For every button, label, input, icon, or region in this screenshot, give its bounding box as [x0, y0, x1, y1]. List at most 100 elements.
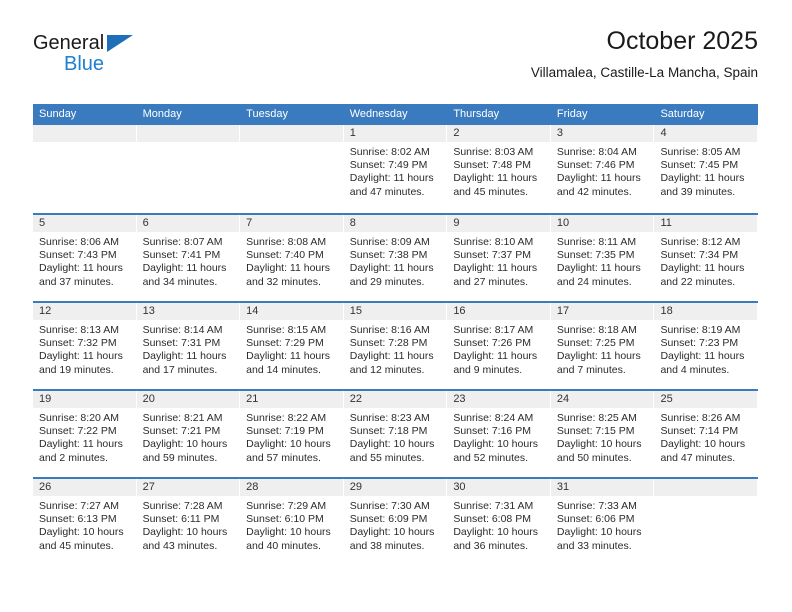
day-number: 14 — [240, 303, 344, 320]
day-details: Sunrise: 8:15 AM Sunset: 7:29 PM Dayligh… — [240, 320, 344, 377]
calendar-day-cell[interactable]: 11 Sunrise: 8:12 AM Sunset: 7:34 PM Dayl… — [654, 215, 759, 301]
calendar-day-cell[interactable]: 22 Sunrise: 8:23 AM Sunset: 7:18 PM Dayl… — [343, 391, 448, 477]
day-details: Sunrise: 8:26 AM Sunset: 7:14 PM Dayligh… — [654, 408, 758, 465]
sunset-text: Sunset: 7:14 PM — [660, 425, 739, 438]
day-details: Sunrise: 8:05 AM Sunset: 7:45 PM Dayligh… — [654, 142, 758, 199]
day-number: 15 — [343, 303, 448, 320]
sunset-text: Sunset: 7:23 PM — [660, 337, 739, 350]
sunrise-text: Sunrise: 8:03 AM — [453, 146, 534, 158]
calendar-day-cell[interactable]: 1 Sunrise: 8:02 AM Sunset: 7:49 PM Dayli… — [343, 125, 448, 213]
daylight-text-line1: Daylight: 11 hours — [660, 262, 745, 275]
daylight-text-line1: Daylight: 11 hours — [39, 262, 123, 275]
calendar-day-cell[interactable]: 29 Sunrise: 7:30 AM Sunset: 6:09 PM Dayl… — [343, 479, 448, 565]
daylight-text-line2: and 39 minutes. — [660, 185, 736, 198]
day-details: Sunrise: 7:28 AM Sunset: 6:11 PM Dayligh… — [137, 496, 241, 553]
calendar-day-cell[interactable]: 30 Sunrise: 7:31 AM Sunset: 6:08 PM Dayl… — [447, 479, 551, 565]
calendar-day-cell[interactable]: 27 Sunrise: 7:28 AM Sunset: 6:11 PM Dayl… — [136, 479, 241, 565]
daylight-text-line1: Daylight: 11 hours — [556, 350, 641, 363]
daylight-text-line2: and 27 minutes. — [453, 275, 529, 288]
calendar-page: General Blue October 2025 Villamalea, Ca… — [0, 0, 792, 612]
sunset-text: Sunset: 7:25 PM — [556, 337, 635, 350]
sunset-text: Sunset: 7:48 PM — [453, 159, 531, 172]
calendar-day-cell[interactable]: 3 Sunrise: 8:04 AM Sunset: 7:46 PM Dayli… — [550, 125, 655, 213]
sunrise-text: Sunrise: 7:33 AM — [556, 500, 637, 512]
day-details: Sunrise: 8:16 AM Sunset: 7:28 PM Dayligh… — [344, 320, 448, 377]
calendar-day-cell[interactable] — [240, 125, 344, 213]
day-number: 2 — [447, 125, 551, 142]
calendar-day-cell[interactable]: 6 Sunrise: 8:07 AM Sunset: 7:41 PM Dayli… — [136, 215, 241, 301]
daylight-text-line2: and 37 minutes. — [39, 275, 114, 288]
daylight-text-line1: Daylight: 11 hours — [349, 172, 434, 185]
calendar-day-cell[interactable]: 5 Sunrise: 8:06 AM Sunset: 7:43 PM Dayli… — [33, 215, 137, 301]
sunrise-text: Sunrise: 8:06 AM — [39, 236, 119, 248]
calendar-day-cell[interactable]: 25 Sunrise: 8:26 AM Sunset: 7:14 PM Dayl… — [654, 391, 759, 477]
calendar-day-cell[interactable]: 10 Sunrise: 8:11 AM Sunset: 7:35 PM Dayl… — [550, 215, 655, 301]
sunrise-text: Sunrise: 8:26 AM — [660, 412, 741, 424]
day-details: Sunrise: 7:29 AM Sunset: 6:10 PM Dayligh… — [240, 496, 344, 553]
day-number: 6 — [136, 215, 241, 232]
calendar-day-cell[interactable]: 26 Sunrise: 7:27 AM Sunset: 6:13 PM Dayl… — [33, 479, 137, 565]
calendar-day-cell[interactable]: 28 Sunrise: 7:29 AM Sunset: 6:10 PM Dayl… — [240, 479, 344, 565]
calendar-day-cell[interactable]: 7 Sunrise: 8:08 AM Sunset: 7:40 PM Dayli… — [240, 215, 344, 301]
daylight-text-line1: Daylight: 11 hours — [246, 262, 331, 275]
weekday-header-wednesday: Wednesday — [349, 108, 408, 120]
daylight-text-line2: and 47 minutes. — [349, 185, 425, 198]
title-block: October 2025 Villamalea, Castille-La Man… — [531, 26, 758, 83]
sunset-text: Sunset: 7:40 PM — [246, 249, 324, 262]
day-number: 12 — [33, 303, 137, 320]
sunrise-text: Sunrise: 8:15 AM — [246, 324, 327, 336]
daylight-text-line1: Daylight: 11 hours — [453, 350, 538, 363]
day-number: 10 — [550, 215, 655, 232]
calendar-day-cell[interactable]: 24 Sunrise: 8:25 AM Sunset: 7:15 PM Dayl… — [550, 391, 655, 477]
weekday-header-thursday: Thursday — [453, 108, 500, 120]
sunset-text: Sunset: 6:13 PM — [39, 513, 117, 526]
sunset-text: Sunset: 7:26 PM — [453, 337, 531, 350]
calendar-day-cell[interactable]: 17 Sunrise: 8:18 AM Sunset: 7:25 PM Dayl… — [550, 303, 655, 389]
calendar-day-cell[interactable]: 23 Sunrise: 8:24 AM Sunset: 7:16 PM Dayl… — [447, 391, 551, 477]
day-number: 16 — [447, 303, 551, 320]
calendar-day-cell[interactable]: 8 Sunrise: 8:09 AM Sunset: 7:38 PM Dayli… — [343, 215, 448, 301]
daylight-text-line2: and 57 minutes. — [246, 451, 321, 464]
daylight-text-line2: and 7 minutes. — [556, 363, 626, 376]
calendar-day-cell[interactable] — [654, 479, 759, 565]
calendar-day-cell[interactable]: 13 Sunrise: 8:14 AM Sunset: 7:31 PM Dayl… — [136, 303, 241, 389]
calendar-day-cell[interactable]: 19 Sunrise: 8:20 AM Sunset: 7:22 PM Dayl… — [33, 391, 137, 477]
calendar-day-cell[interactable]: 9 Sunrise: 8:10 AM Sunset: 7:37 PM Dayli… — [447, 215, 551, 301]
calendar-day-cell[interactable]: 20 Sunrise: 8:21 AM Sunset: 7:21 PM Dayl… — [136, 391, 241, 477]
day-number: 11 — [654, 215, 759, 232]
calendar-day-cell[interactable] — [33, 125, 137, 213]
day-number: 21 — [240, 391, 344, 408]
sunset-text: Sunset: 6:11 PM — [142, 513, 220, 526]
calendar-day-cell[interactable]: 15 Sunrise: 8:16 AM Sunset: 7:28 PM Dayl… — [343, 303, 448, 389]
day-number: 19 — [33, 391, 137, 408]
daylight-text-line1: Daylight: 10 hours — [556, 438, 642, 451]
sunrise-text: Sunrise: 8:22 AM — [246, 412, 327, 424]
day-details: Sunrise: 8:07 AM Sunset: 7:41 PM Dayligh… — [137, 232, 241, 289]
calendar-day-cell[interactable]: 21 Sunrise: 8:22 AM Sunset: 7:19 PM Dayl… — [240, 391, 344, 477]
calendar-day-cell[interactable]: 2 Sunrise: 8:03 AM Sunset: 7:48 PM Dayli… — [447, 125, 551, 213]
weekday-header-sunday: Sunday — [39, 108, 77, 120]
calendar-day-cell[interactable]: 14 Sunrise: 8:15 AM Sunset: 7:29 PM Dayl… — [240, 303, 344, 389]
day-number: 17 — [550, 303, 655, 320]
calendar-day-cell[interactable]: 4 Sunrise: 8:05 AM Sunset: 7:45 PM Dayli… — [654, 125, 759, 213]
daylight-text-line1: Daylight: 11 hours — [660, 172, 745, 185]
generalblue-logo: General Blue — [33, 32, 233, 88]
day-number: 25 — [654, 391, 759, 408]
daylight-text-line1: Daylight: 10 hours — [556, 526, 642, 539]
calendar-day-cell[interactable]: 31 Sunrise: 7:33 AM Sunset: 6:06 PM Dayl… — [550, 479, 655, 565]
sunset-text: Sunset: 7:21 PM — [142, 425, 221, 438]
sunset-text: Sunset: 7:37 PM — [453, 249, 531, 262]
sunset-text: Sunset: 7:31 PM — [142, 337, 221, 350]
sunrise-text: Sunrise: 8:23 AM — [349, 412, 430, 424]
calendar-day-cell[interactable]: 16 Sunrise: 8:17 AM Sunset: 7:26 PM Dayl… — [447, 303, 551, 389]
calendar-day-cell[interactable] — [136, 125, 241, 213]
daylight-text-line2: and 55 minutes. — [349, 451, 425, 464]
weekday-header-tuesday: Tuesday — [246, 108, 288, 120]
day-number — [136, 125, 241, 142]
calendar-day-cell[interactable]: 12 Sunrise: 8:13 AM Sunset: 7:32 PM Dayl… — [33, 303, 137, 389]
calendar-day-cell[interactable]: 18 Sunrise: 8:19 AM Sunset: 7:23 PM Dayl… — [654, 303, 759, 389]
daylight-text-line2: and 47 minutes. — [660, 451, 736, 464]
day-details: Sunrise: 8:11 AM Sunset: 7:35 PM Dayligh… — [551, 232, 655, 289]
daylight-text-line1: Daylight: 10 hours — [39, 526, 124, 539]
daylight-text-line2: and 14 minutes. — [246, 363, 321, 376]
